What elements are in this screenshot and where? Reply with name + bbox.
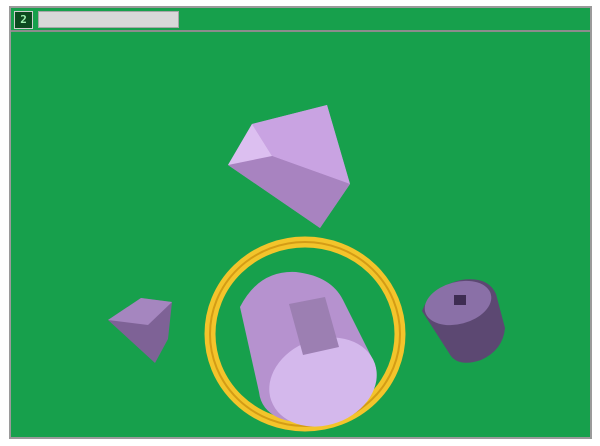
cylinder-highlighted-center[interactable] xyxy=(204,236,406,437)
hud-bar: 2 xyxy=(11,8,590,32)
cylinder-slot xyxy=(454,295,466,305)
cone-small-left[interactable] xyxy=(108,298,172,363)
scene-canvas xyxy=(108,105,505,437)
cone-cylinder-top[interactable] xyxy=(228,105,350,228)
level-badge: 2 xyxy=(14,11,33,29)
game-scene[interactable] xyxy=(11,32,590,437)
progress-bar-fill xyxy=(39,12,178,27)
cylinder-small-right[interactable] xyxy=(420,274,505,363)
game-window: 2 xyxy=(9,6,592,439)
progress-bar xyxy=(38,11,179,28)
